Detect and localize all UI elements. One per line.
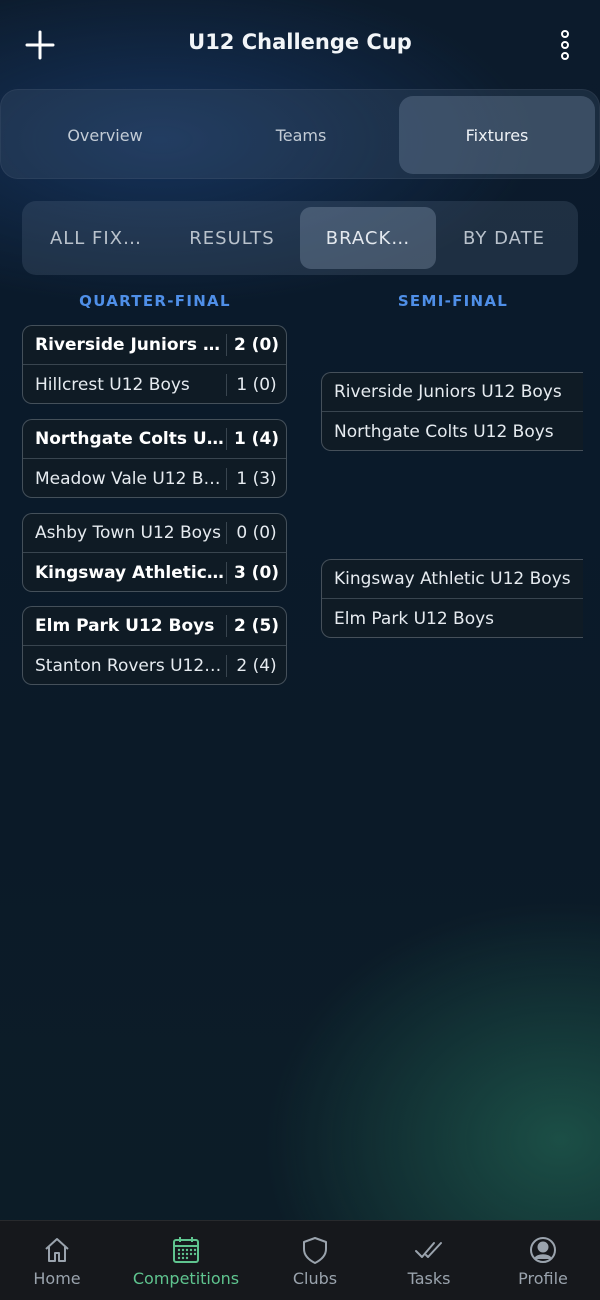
team-name: Ashby Town U12 Boys — [35, 523, 221, 543]
view-bracket[interactable]: BRACK… — [300, 207, 436, 269]
match-row-home: Riverside Juniors U… 2 (0) — [23, 326, 286, 365]
nav-label: Home — [33, 1269, 81, 1288]
nav-label: Competitions — [132, 1269, 240, 1288]
match-row-home: Elm Park U12 Boys 2 (5) — [23, 607, 286, 646]
nav-label: Profile — [518, 1269, 568, 1288]
team-name: Stanton Rovers U12 … — [35, 655, 226, 676]
more-options-button[interactable] — [545, 25, 585, 65]
match-row-home: Ashby Town U12 Boys 0 (0) — [23, 514, 286, 553]
view-all-fixtures[interactable]: ALL FIX… — [28, 207, 164, 269]
quarter-final-heading: QUARTER-FINAL — [79, 292, 231, 310]
app-header: U12 Challenge Cup — [0, 0, 600, 90]
team-name: Hillcrest U12 Boys — [35, 374, 190, 395]
team-name: Kingsway Athletic U12 Boys — [322, 560, 583, 599]
semi-final-match-card[interactable]: Riverside Juniors U12 Boys Northgate Col… — [321, 372, 583, 451]
team-score: 0 (0) — [226, 522, 286, 544]
nav-competitions[interactable]: Competitions — [124, 1221, 248, 1300]
match-row-home: Northgate Colts U1… 1 (4) — [23, 420, 286, 459]
match-row-away: Kingsway Athletic … 3 (0) — [23, 553, 286, 591]
team-name: Kingsway Athletic … — [35, 562, 226, 583]
team-score: 3 (0) — [226, 561, 286, 584]
match-row-away: Meadow Vale U12 Bo… 1 (3) — [23, 459, 286, 497]
team-name: Riverside Juniors U… — [35, 335, 226, 355]
match-row-away: Stanton Rovers U12 … 2 (4) — [23, 646, 286, 684]
section-tabs: Overview Teams Fixtures — [0, 89, 600, 179]
quarter-final-match-card[interactable]: Riverside Juniors U… 2 (0) Hillcrest U12… — [22, 325, 287, 404]
user-circle-icon — [528, 1235, 558, 1265]
semi-final-match-card[interactable]: Kingsway Athletic U12 Boys Elm Park U12 … — [321, 559, 583, 638]
nav-tasks[interactable]: Tasks — [388, 1221, 470, 1300]
team-name: Meadow Vale U12 Bo… — [35, 468, 226, 489]
nav-profile[interactable]: Profile — [500, 1221, 586, 1300]
home-icon — [42, 1235, 72, 1265]
bottom-navigation: Home Competitions Clubs Tasks Profile — [0, 1220, 600, 1300]
page-title: U12 Challenge Cup — [188, 30, 412, 54]
team-name: Elm Park U12 Boys — [35, 616, 215, 636]
calendar-icon — [171, 1235, 201, 1265]
nav-label: Clubs — [292, 1269, 338, 1288]
match-row-away: Hillcrest U12 Boys 1 (0) — [23, 365, 286, 403]
more-vertical-icon — [561, 30, 569, 60]
team-name: Elm Park U12 Boys — [334, 608, 495, 629]
team-score: 1 (0) — [226, 373, 286, 396]
semi-final-heading: SEMI-FINAL — [397, 292, 509, 310]
view-results[interactable]: RESULTS — [164, 207, 300, 269]
double-check-icon — [414, 1235, 444, 1265]
nav-clubs[interactable]: Clubs — [274, 1221, 356, 1300]
team-name: Riverside Juniors U12 Boys — [322, 373, 583, 412]
team-score: 2 (5) — [226, 615, 286, 637]
nav-label: Tasks — [407, 1269, 451, 1288]
team-name: Northgate Colts U1… — [35, 429, 226, 449]
team-score: 2 (4) — [226, 654, 286, 677]
nav-home[interactable]: Home — [16, 1221, 98, 1300]
team-name: Northgate Colts U12 Boys — [334, 421, 554, 442]
view-by-date[interactable]: BY DATE — [436, 207, 572, 269]
tab-teams[interactable]: Teams — [203, 96, 399, 174]
quarter-final-match-card[interactable]: Ashby Town U12 Boys 0 (0) Kingsway Athle… — [22, 513, 287, 592]
fixture-view-selector: ALL FIX… RESULTS BRACK… BY DATE — [22, 201, 578, 275]
team-score: 1 (3) — [226, 467, 286, 490]
quarter-final-match-card[interactable]: Northgate Colts U1… 1 (4) Meadow Vale U1… — [22, 419, 287, 498]
team-score: 2 (0) — [226, 334, 286, 356]
tab-fixtures[interactable]: Fixtures — [399, 96, 595, 174]
tab-overview[interactable]: Overview — [7, 96, 203, 174]
team-score: 1 (4) — [226, 428, 286, 450]
shield-icon — [300, 1235, 330, 1265]
quarter-final-match-card[interactable]: Elm Park U12 Boys 2 (5) Stanton Rovers U… — [22, 606, 287, 685]
